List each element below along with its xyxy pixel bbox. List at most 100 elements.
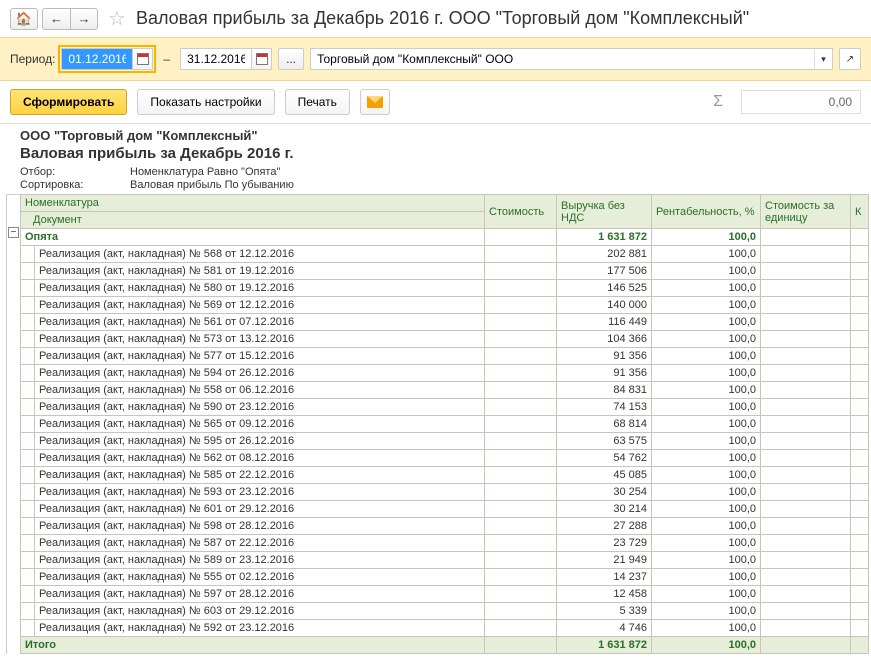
table-row[interactable]: Реализация (акт, накладная) № 603 от 29.… (21, 603, 869, 620)
rent-cell: 100,0 (652, 280, 761, 297)
revenue-cell: 116 449 (557, 314, 652, 331)
forward-button[interactable]: → (70, 8, 98, 30)
cell (21, 280, 35, 297)
revenue-cell: 54 762 (557, 450, 652, 467)
doc-cell: Реализация (акт, накладная) № 577 от 15.… (35, 348, 485, 365)
rent-cell: 100,0 (652, 620, 761, 637)
revenue-cell: 14 237 (557, 569, 652, 586)
date-to-input[interactable] (181, 49, 251, 69)
cell (485, 620, 557, 637)
date-from-box[interactable] (61, 48, 153, 70)
revenue-cell: 202 881 (557, 246, 652, 263)
cell (485, 365, 557, 382)
table-row[interactable]: Реализация (акт, накладная) № 590 от 23.… (21, 399, 869, 416)
calendar-to-button[interactable] (251, 49, 271, 69)
table-row[interactable]: Реализация (акт, накладная) № 598 от 28.… (21, 518, 869, 535)
date-from-input[interactable] (62, 49, 132, 69)
calendar-icon (137, 53, 149, 65)
cell (761, 263, 851, 280)
table-row[interactable]: Реализация (акт, накладная) № 573 от 13.… (21, 331, 869, 348)
table-row[interactable]: Реализация (акт, накладная) № 555 от 02.… (21, 569, 869, 586)
cell (485, 331, 557, 348)
col-revenue: Выручка без НДС (557, 195, 652, 229)
table-row[interactable]: Реализация (акт, накладная) № 581 от 19.… (21, 263, 869, 280)
table-row[interactable]: Реализация (акт, накладная) № 585 от 22.… (21, 467, 869, 484)
table-row[interactable]: Реализация (акт, накладная) № 593 от 23.… (21, 484, 869, 501)
rent-cell: 100,0 (652, 263, 761, 280)
cell (21, 433, 35, 450)
table-row[interactable]: Реализация (акт, накладная) № 580 от 19.… (21, 280, 869, 297)
revenue-cell: 21 949 (557, 552, 652, 569)
organization-open-button[interactable]: ↗ (839, 48, 861, 70)
favorite-icon[interactable]: ☆ (108, 6, 126, 31)
table-row[interactable]: Реализация (акт, накладная) № 597 от 28.… (21, 586, 869, 603)
cell (761, 433, 851, 450)
organization-dropdown-icon[interactable]: ▾ (814, 49, 832, 69)
cell (761, 569, 851, 586)
cell (485, 484, 557, 501)
rent-cell: 100,0 (652, 586, 761, 603)
table-row[interactable]: Опята1 631 872100,0 (21, 229, 869, 246)
cell (761, 501, 851, 518)
table-row[interactable]: Реализация (акт, накладная) № 577 от 15.… (21, 348, 869, 365)
rent-cell: 100,0 (652, 467, 761, 484)
table-row[interactable]: Реализация (акт, накладная) № 558 от 06.… (21, 382, 869, 399)
table-row[interactable]: Реализация (акт, накладная) № 589 от 23.… (21, 552, 869, 569)
revenue-cell: 30 254 (557, 484, 652, 501)
table-row[interactable]: Реализация (акт, накладная) № 601 от 29.… (21, 501, 869, 518)
cell (761, 586, 851, 603)
organization-input[interactable] (311, 49, 814, 69)
cell (21, 603, 35, 620)
table-row[interactable]: Реализация (акт, накладная) № 562 от 08.… (21, 450, 869, 467)
cell (21, 399, 35, 416)
rent-cell: 100,0 (652, 484, 761, 501)
revenue-cell: 5 339 (557, 603, 652, 620)
cell (21, 467, 35, 484)
rent-cell: 100,0 (652, 552, 761, 569)
table-row[interactable]: Реализация (акт, накладная) № 568 от 12.… (21, 246, 869, 263)
cell (761, 365, 851, 382)
table-row[interactable]: Реализация (акт, накладная) № 587 от 22.… (21, 535, 869, 552)
doc-cell: Реализация (акт, накладная) № 597 от 28.… (35, 586, 485, 603)
cell (21, 382, 35, 399)
rent-cell: 100,0 (652, 331, 761, 348)
cell (761, 552, 851, 569)
table-row[interactable]: Реализация (акт, накладная) № 569 от 12.… (21, 297, 869, 314)
back-button[interactable]: ← (42, 8, 70, 30)
cell (851, 535, 869, 552)
print-button[interactable]: Печать (285, 89, 350, 115)
table-row[interactable]: Реализация (акт, накладная) № 592 от 23.… (21, 620, 869, 637)
table-row[interactable]: Реализация (акт, накладная) № 594 от 26.… (21, 365, 869, 382)
cell (485, 501, 557, 518)
table-row[interactable]: Реализация (акт, накладная) № 561 от 07.… (21, 314, 869, 331)
cell (21, 518, 35, 535)
revenue-cell: 177 506 (557, 263, 652, 280)
date-to-box[interactable] (180, 48, 272, 70)
generate-button[interactable]: Сформировать (10, 89, 127, 115)
calendar-from-button[interactable] (132, 49, 152, 69)
table-row[interactable]: Реализация (акт, накладная) № 565 от 09.… (21, 416, 869, 433)
sort-label: Сортировка: (20, 179, 130, 191)
show-settings-button[interactable]: Показать настройки (137, 89, 274, 115)
cell (485, 229, 557, 246)
cell (485, 399, 557, 416)
period-select-button[interactable]: ... (278, 48, 304, 70)
email-button[interactable] (360, 89, 390, 115)
organization-select[interactable]: ▾ (310, 48, 833, 70)
table-row[interactable]: Реализация (акт, накладная) № 595 от 26.… (21, 433, 869, 450)
cell (851, 467, 869, 484)
doc-cell: Реализация (акт, накладная) № 573 от 13.… (35, 331, 485, 348)
cell (761, 348, 851, 365)
tree-collapse-button[interactable]: − (8, 227, 19, 238)
cell (21, 297, 35, 314)
period-label: Период: (10, 52, 55, 66)
home-button[interactable]: 🏠 (10, 8, 38, 30)
cell (851, 246, 869, 263)
cell (21, 620, 35, 637)
cell (21, 246, 35, 263)
cell (21, 365, 35, 382)
cell (761, 620, 851, 637)
rent-cell: 100,0 (652, 399, 761, 416)
col-extra: К (851, 195, 869, 229)
table-row[interactable]: Итого1 631 872100,0 (21, 637, 869, 654)
